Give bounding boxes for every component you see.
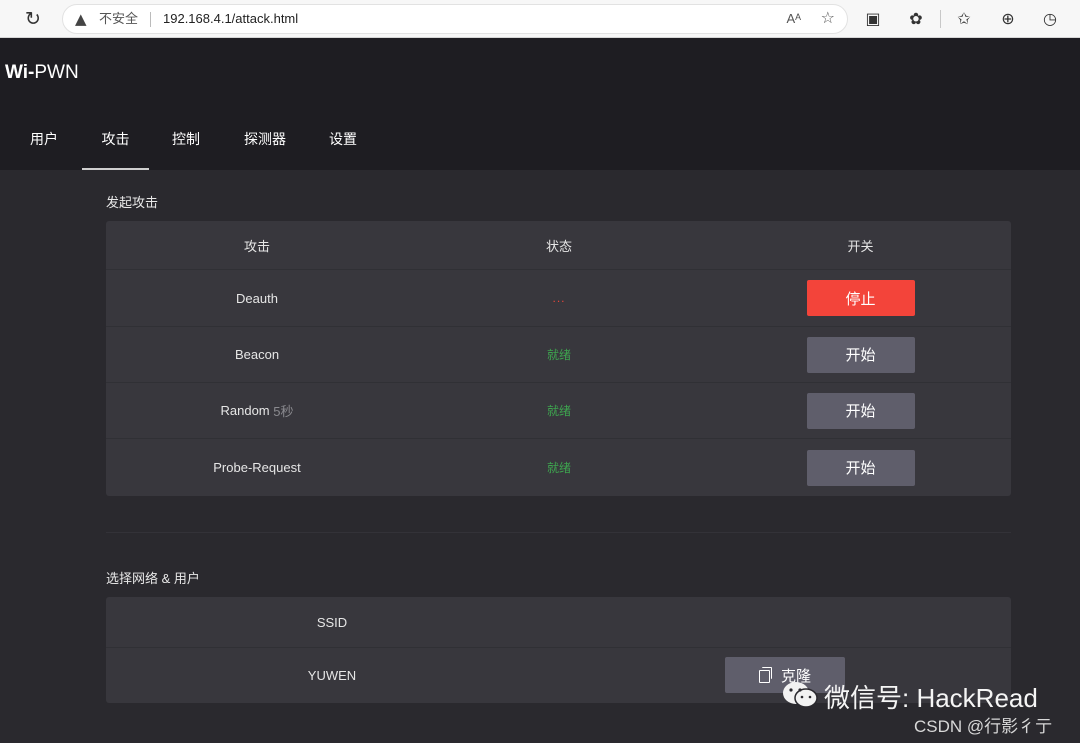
stop-button[interactable]: 停止	[806, 280, 915, 316]
attack-table: 攻击 状态 开关 Deauth ... 停止 Beacon 就绪 开始 Rand…	[106, 221, 1011, 496]
table-row-deauth: Deauth ... 停止	[106, 269, 1011, 326]
table-row-random: Random 5秒 就绪 开始	[106, 382, 1011, 438]
network-section-title: 选择网络 & 用户	[106, 571, 200, 586]
attack-status: 就绪	[546, 404, 571, 418]
warning-icon: ▲	[75, 10, 87, 28]
start-button[interactable]: 开始	[806, 449, 915, 486]
tab-actions-icon[interactable]: ▣	[862, 8, 884, 30]
attack-name: Beacon	[234, 347, 280, 362]
attack-section-title: 发起攻击	[106, 195, 159, 210]
favorites-icon[interactable]: ✩	[953, 8, 975, 30]
attack-name: Random	[220, 403, 270, 418]
copy-icon	[759, 667, 772, 683]
url-text[interactable]: 192.168.4.1/attack.html	[163, 11, 298, 27]
address-bar[interactable]: ▲ 不安全 192.168.4.1/attack.html Aᴬ ☆	[62, 4, 848, 34]
attack-status: ...	[552, 291, 566, 305]
table-row-probe-request: Probe-Request 就绪 开始	[106, 438, 1011, 496]
reload-icon[interactable]: ↻	[22, 8, 44, 30]
nav-item-users[interactable]: 用户	[29, 118, 59, 170]
history-icon[interactable]: ◷	[1039, 8, 1061, 30]
watermark-wechat: 微信号: HackRead	[824, 683, 1038, 713]
wechat-logo-icon	[783, 682, 818, 708]
security-label[interactable]: 不安全	[99, 11, 138, 27]
table-header-row: 攻击 状态 开关	[106, 221, 1011, 269]
nav-item-control[interactable]: 控制	[171, 118, 201, 170]
extensions-icon[interactable]: ✿	[905, 8, 927, 30]
nav-item-scanner[interactable]: 探测器	[243, 118, 287, 170]
nav-item-attack[interactable]: 攻击	[82, 118, 149, 170]
watermark-csdn: CSDN @行影彳亍	[914, 717, 1053, 736]
brand-logo: Wi-PWN	[5, 62, 79, 83]
add-favorite-icon[interactable]: ☆	[821, 8, 835, 28]
table-row-beacon: Beacon 就绪 开始	[106, 326, 1011, 382]
column-header-ssid: SSID	[316, 614, 348, 630]
browser-toolbar: ↻ ▲ 不安全 192.168.4.1/attack.html Aᴬ ☆ ▣ ✿…	[0, 0, 1080, 38]
attack-name: Probe-Request	[213, 460, 301, 475]
collections-icon[interactable]: ⊕	[997, 8, 1019, 30]
section-divider	[106, 532, 1011, 533]
app-header: Wi-PWN 用户 攻击 控制 探测器 设置	[0, 38, 1080, 170]
attack-name: Deauth	[236, 290, 278, 306]
address-separator	[150, 12, 151, 27]
attack-status: 就绪	[546, 461, 571, 475]
toolbar-separator	[940, 10, 941, 28]
attack-status: 就绪	[546, 348, 571, 362]
table-header-row: SSID	[106, 597, 1011, 647]
column-header-status: 状态	[545, 238, 572, 254]
start-button[interactable]: 开始	[806, 392, 915, 429]
nav-item-settings[interactable]: 设置	[328, 118, 358, 170]
read-aloud-icon[interactable]: Aᴬ	[786, 10, 801, 28]
column-header-attack: 攻击	[243, 238, 270, 254]
column-header-switch: 开关	[847, 238, 874, 254]
start-button[interactable]: 开始	[806, 336, 915, 373]
ssid-value: YUWEN	[307, 668, 357, 683]
attack-interval: 5秒	[273, 404, 294, 419]
attack-name-cell: Random 5秒	[106, 383, 408, 438]
